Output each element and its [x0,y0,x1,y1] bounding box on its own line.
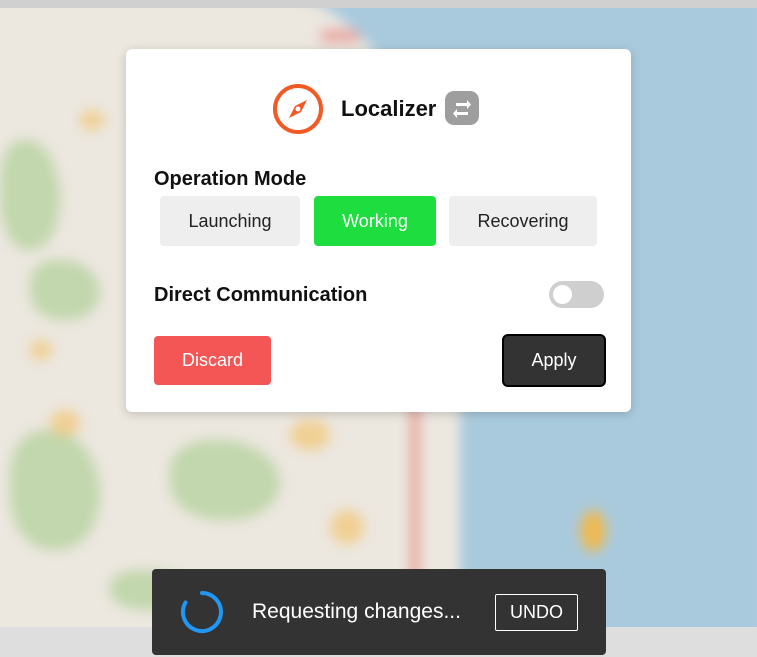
direct-communication-toggle[interactable] [549,281,604,308]
snackbar: Requesting changes... UNDO [152,569,606,655]
apply-button[interactable]: Apply [502,334,606,387]
undo-button[interactable]: UNDO [495,594,578,631]
app-title: Localizer [341,96,437,121]
operation-mode-label: Operation Mode [154,168,307,190]
settings-card: Localizer Operation Mode Launching Worki… [126,49,631,412]
sync-icon [453,100,471,118]
mode-launching-button[interactable]: Launching [160,196,300,246]
sync-button[interactable] [445,91,479,125]
screen: Localizer Operation Mode Launching Worki… [0,0,757,657]
compass-icon [273,84,323,134]
toggle-knob [553,285,572,304]
loading-spinner-icon [180,591,223,633]
snackbar-message: Requesting changes... [252,600,461,623]
mode-working-button[interactable]: Working [314,196,436,246]
top-edge [0,0,757,8]
discard-button[interactable]: Discard [154,336,271,385]
direct-communication-label: Direct Communication [154,284,368,306]
mode-recovering-button[interactable]: Recovering [449,196,597,246]
